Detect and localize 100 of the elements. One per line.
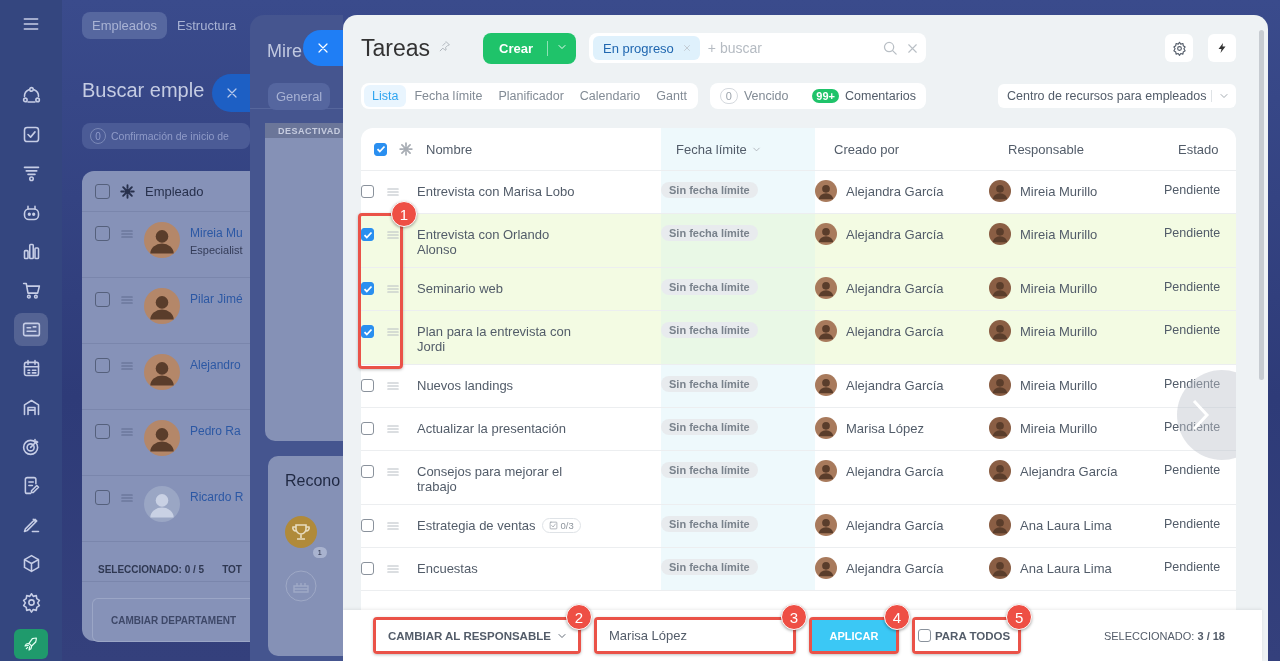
avatar <box>989 180 1011 202</box>
checkbox-label[interactable]: PARA TODOS <box>935 629 1011 642</box>
remove-icon <box>681 43 692 53</box>
close-button[interactable] <box>212 74 250 112</box>
task-name-link[interactable]: Seminario web <box>417 281 503 296</box>
task-name-link[interactable]: Nuevos landings <box>417 378 514 393</box>
responsible-name[interactable]: Mireia Murillo <box>1020 323 1098 339</box>
checkbox[interactable] <box>95 358 110 373</box>
avatar <box>144 222 180 258</box>
checkbox[interactable] <box>361 282 374 295</box>
creator-name[interactable]: Alejandra García <box>846 377 944 393</box>
column-header[interactable]: Nombre <box>426 141 473 157</box>
task-name-link[interactable]: Actualizar la presentación <box>417 421 566 436</box>
checklist-icon <box>548 521 558 530</box>
checkbox[interactable] <box>361 325 374 338</box>
checkbox[interactable] <box>95 226 110 241</box>
checkbox[interactable] <box>361 562 374 575</box>
view-tab[interactable]: Fecha límite <box>406 85 491 107</box>
task-name-link[interactable]: Encuestas <box>417 561 478 576</box>
checkbox[interactable] <box>95 183 110 199</box>
avatar <box>989 320 1011 342</box>
avatar <box>989 374 1011 396</box>
filter-chip[interactable]: En progreso <box>593 36 700 60</box>
checkbox[interactable] <box>361 519 374 532</box>
drag-handle-icon <box>386 519 400 533</box>
avatar <box>815 223 837 245</box>
avatar <box>989 514 1011 536</box>
pin-icon <box>438 40 452 53</box>
selected-count: SELECCIONADO: 3 / 18 <box>1103 629 1225 642</box>
avatar <box>144 420 180 456</box>
view-tab[interactable]: Planificador <box>490 85 572 107</box>
responsible-name[interactable]: Mireia Murillo <box>1020 420 1098 436</box>
creator-name[interactable]: Marisa López <box>846 420 925 436</box>
status-text: Pendiente <box>1164 463 1221 477</box>
checkbox[interactable] <box>95 424 110 439</box>
checkbox[interactable] <box>95 292 110 307</box>
status-text: Pendiente <box>1164 183 1221 197</box>
creator-name[interactable]: Alejandra García <box>846 463 944 479</box>
counter-badge: 99+ <box>812 89 840 103</box>
scope-dropdown[interactable]: Centro de recursos para empleados <box>998 84 1236 108</box>
drag-handle-icon <box>386 562 400 576</box>
avatar <box>989 417 1011 439</box>
column-header[interactable]: Estado <box>1178 141 1219 157</box>
drag-handle-icon <box>386 465 400 479</box>
avatar <box>815 180 837 202</box>
creator-name[interactable]: Alejandra García <box>846 560 944 576</box>
settings-button[interactable] <box>1165 34 1193 62</box>
page-title: Buscar emple <box>82 79 205 103</box>
task-name-link[interactable]: Consejos para mejorar el trabajo <box>417 464 582 494</box>
view-tab[interactable]: Calendario <box>571 85 649 107</box>
checkbox[interactable] <box>918 629 931 642</box>
search-field[interactable]: En progreso + buscar <box>589 33 926 63</box>
avatar <box>815 277 837 299</box>
column-header[interactable]: Responsable <box>1008 141 1084 157</box>
creator-name[interactable]: Alejandra García <box>846 183 944 199</box>
chip-label: En progreso <box>603 40 674 56</box>
responsible-name[interactable]: Alejandra García <box>1020 463 1118 479</box>
drag-handle-icon <box>386 185 400 199</box>
creator-name[interactable]: Alejandra García <box>846 323 944 339</box>
checkbox[interactable] <box>361 228 374 241</box>
responsible-name[interactable]: Ana Laura Lima <box>1020 517 1112 533</box>
checkbox[interactable] <box>361 465 374 478</box>
checkbox[interactable] <box>374 142 387 156</box>
tab[interactable]: Estructura <box>173 12 241 39</box>
responsible-name[interactable]: Mireia Murillo <box>1020 377 1098 393</box>
creator-name[interactable]: Alejandra García <box>846 517 944 533</box>
view-tab[interactable]: Gantt <box>648 85 695 107</box>
counter-label[interactable]: Comentarios <box>845 89 916 103</box>
selected-count: SELECCIONADO: 0 / 5 <box>98 564 205 577</box>
counter-label[interactable]: Vencido <box>743 89 789 103</box>
status-text: Pendiente <box>1164 226 1221 240</box>
panel-title: Mire <box>266 40 302 63</box>
responsible-name[interactable]: Ana Laura Lima <box>1020 560 1112 576</box>
responsible-name[interactable]: Mireia Murillo <box>1020 226 1098 242</box>
checkbox[interactable] <box>95 490 110 505</box>
status-text: Pendiente <box>1164 517 1221 531</box>
cake-icon <box>285 570 317 602</box>
cart-icon <box>20 280 42 301</box>
status-text: Pendiente <box>1164 420 1221 434</box>
avatar <box>989 223 1011 245</box>
checkbox[interactable] <box>361 185 374 198</box>
status-strip: DESACTIVAD <box>265 123 343 138</box>
lightning-button[interactable] <box>1208 34 1236 62</box>
responsible-name[interactable]: Mireia Murillo <box>1020 280 1098 296</box>
avatar <box>815 320 837 342</box>
creator-name[interactable]: Alejandra García <box>846 226 944 242</box>
trophy-icon <box>285 516 317 548</box>
task-name-link[interactable]: Estrategia de ventas <box>417 518 536 533</box>
close-button[interactable] <box>303 30 343 66</box>
rocket-button[interactable] <box>14 629 48 659</box>
status-text: Pendiente <box>1164 377 1221 391</box>
status-text: Pendiente <box>1164 280 1221 294</box>
checkbox[interactable] <box>361 422 374 435</box>
sidebar-item[interactable] <box>14 313 48 346</box>
avatar <box>144 486 180 522</box>
responsible-name[interactable]: Mireia Murillo <box>1020 183 1098 199</box>
task-name-link[interactable]: Entrevista con Marisa Lobo <box>417 184 575 199</box>
column-header[interactable]: Creado por <box>834 141 900 157</box>
checkbox[interactable] <box>361 379 374 392</box>
scrollbar[interactable] <box>1259 30 1264 380</box>
